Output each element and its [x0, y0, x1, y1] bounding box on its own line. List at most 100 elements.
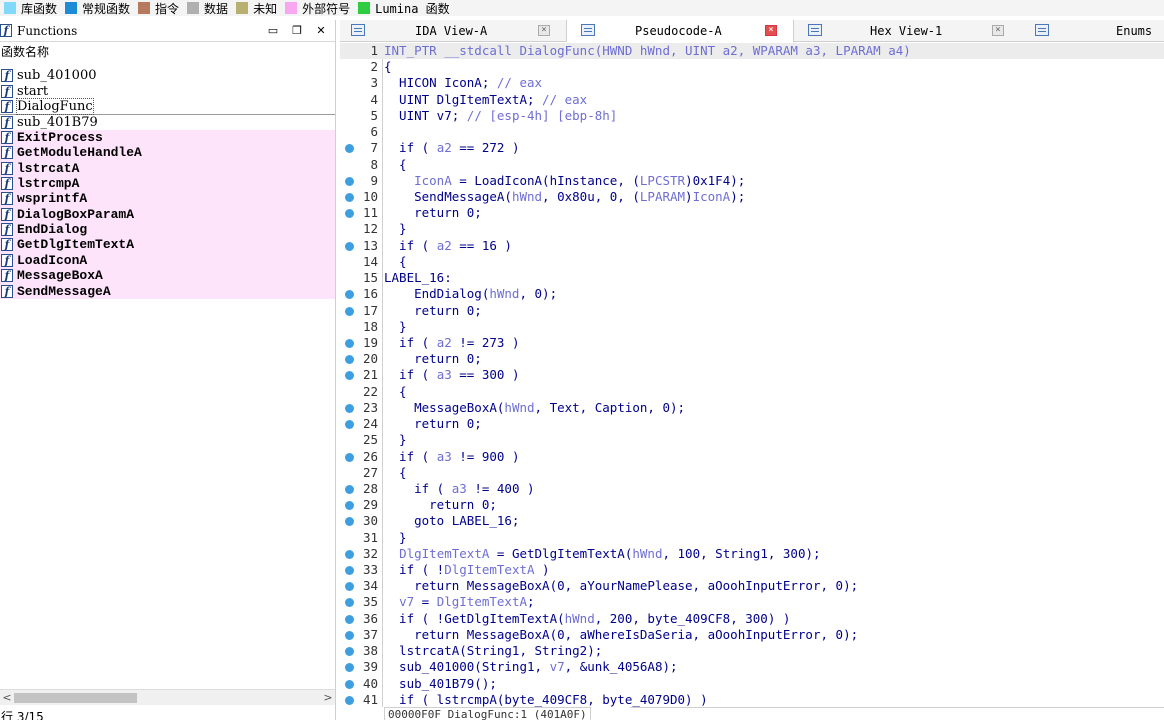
- function-list-item[interactable]: f MessageBoxA: [0, 268, 335, 284]
- function-list-item[interactable]: f start: [0, 83, 335, 99]
- code-line[interactable]: 26 if ( a3 != 900 ): [340, 449, 1164, 465]
- code-text[interactable]: {: [384, 59, 392, 75]
- code-text[interactable]: }: [384, 530, 407, 546]
- code-text[interactable]: }: [384, 432, 407, 448]
- function-list-item[interactable]: f GetDlgItemTextA: [0, 237, 335, 253]
- tab-enums[interactable]: Enums: [1020, 20, 1164, 42]
- code-line[interactable]: 6: [340, 124, 1164, 140]
- close-tab-icon[interactable]: ×: [765, 25, 777, 36]
- code-line[interactable]: 31 }: [340, 530, 1164, 546]
- code-line[interactable]: 20 return 0;: [340, 351, 1164, 367]
- breakpoint-dot-icon[interactable]: [345, 598, 354, 608]
- code-text[interactable]: if ( a3 != 400 ): [384, 481, 534, 497]
- code-line[interactable]: 27 {: [340, 465, 1164, 481]
- breakpoint-dot-icon[interactable]: [345, 338, 354, 348]
- code-line[interactable]: 28 if ( a3 != 400 ): [340, 481, 1164, 497]
- breakpoint-dot-icon[interactable]: [345, 420, 354, 430]
- breakpoint-dot-icon[interactable]: [345, 144, 354, 154]
- code-line[interactable]: 30 goto LABEL_16;: [340, 513, 1164, 529]
- breakpoint-dot-icon[interactable]: [345, 614, 354, 624]
- close-icon[interactable]: ✕: [315, 24, 327, 37]
- scroll-right-icon[interactable]: >: [321, 690, 335, 706]
- code-text[interactable]: if ( a2 == 16 ): [384, 238, 512, 254]
- breakpoint-dot-icon[interactable]: [345, 290, 354, 300]
- function-list-item[interactable]: f DialogBoxParamA: [0, 206, 335, 222]
- code-line[interactable]: 8 {: [340, 157, 1164, 173]
- breakpoint-dot-icon[interactable]: [345, 176, 354, 186]
- breakpoint-dot-icon[interactable]: [345, 192, 354, 202]
- code-line[interactable]: 25 }: [340, 432, 1164, 448]
- function-list-item[interactable]: f DialogFunc: [0, 97, 335, 115]
- maximize-icon[interactable]: ▭: [267, 24, 279, 37]
- code-text[interactable]: {: [384, 384, 407, 400]
- function-list-item[interactable]: f sub_401000: [0, 68, 335, 83]
- code-line[interactable]: 13 if ( a2 == 16 ): [340, 238, 1164, 254]
- code-line[interactable]: 34 return MessageBoxA(0, aYourNamePlease…: [340, 578, 1164, 594]
- code-line[interactable]: 4 UINT DlgItemTextA; // eax: [340, 92, 1164, 108]
- code-line[interactable]: 2{: [340, 59, 1164, 75]
- code-text[interactable]: HICON IconA; // eax: [384, 75, 542, 91]
- code-text[interactable]: {: [384, 157, 407, 173]
- breakpoint-dot-icon[interactable]: [345, 566, 354, 576]
- restore-icon[interactable]: ❐: [291, 24, 303, 37]
- code-text[interactable]: }: [384, 221, 407, 237]
- code-text[interactable]: {: [384, 254, 407, 270]
- code-line[interactable]: 39 sub_401000(String1, v7, &unk_4056A8);: [340, 659, 1164, 675]
- breakpoint-dot-icon[interactable]: [345, 549, 354, 559]
- code-line[interactable]: 38 lstrcatA(String1, String2);: [340, 643, 1164, 659]
- code-text[interactable]: return 0;: [384, 205, 482, 221]
- code-text[interactable]: if ( a3 != 900 ): [384, 449, 519, 465]
- breakpoint-dot-icon[interactable]: [345, 517, 354, 527]
- code-text[interactable]: }: [384, 319, 407, 335]
- code-text[interactable]: lstrcatA(String1, String2);: [384, 643, 602, 659]
- code-line[interactable]: 15 LABEL_16:: [340, 270, 1164, 286]
- code-text[interactable]: return 0;: [384, 497, 497, 513]
- code-text[interactable]: sub_401B79();: [384, 676, 497, 692]
- function-list-item[interactable]: f sub_401B79: [0, 114, 335, 130]
- code-text[interactable]: v7 = DlgItemTextA;: [384, 594, 534, 610]
- pseudocode-editor[interactable]: 1 INT_PTR __stdcall DialogFunc(HWND hWnd,…: [340, 43, 1164, 707]
- code-text[interactable]: IconA = LoadIconA(hInstance, (LPCSTR)0x1…: [384, 173, 745, 189]
- horizontal-scrollbar[interactable]: < >: [0, 689, 335, 705]
- code-text[interactable]: if ( a2 == 272 ): [384, 140, 519, 156]
- code-line[interactable]: 29 return 0;: [340, 497, 1164, 513]
- code-line[interactable]: 5 UINT v7; // [esp-4h] [ebp-8h]: [340, 108, 1164, 124]
- breakpoint-dot-icon[interactable]: [345, 663, 354, 673]
- code-line[interactable]: 33 if ( !DlgItemTextA ): [340, 562, 1164, 578]
- code-text[interactable]: return 0;: [384, 351, 482, 367]
- close-tab-icon[interactable]: ×: [992, 25, 1004, 36]
- code-text[interactable]: if ( a3 == 300 ): [384, 367, 519, 383]
- code-line[interactable]: 36 if ( !GetDlgItemTextA(hWnd, 200, byte…: [340, 611, 1164, 627]
- scrollbar-thumb[interactable]: [14, 693, 137, 703]
- code-line[interactable]: 21 if ( a3 == 300 ): [340, 367, 1164, 383]
- code-line[interactable]: 32 DlgItemTextA = GetDlgItemTextA(hWnd, …: [340, 546, 1164, 562]
- code-line[interactable]: 14 {: [340, 254, 1164, 270]
- breakpoint-dot-icon[interactable]: [345, 647, 354, 657]
- breakpoint-dot-icon[interactable]: [345, 452, 354, 462]
- breakpoint-dot-icon[interactable]: [345, 679, 354, 689]
- tab-hex-view-1[interactable]: Hex View-1 ×: [794, 20, 1020, 42]
- function-list-item[interactable]: f ExitProcess: [0, 129, 335, 145]
- code-text[interactable]: sub_401000(String1, v7, &unk_4056A8);: [384, 659, 677, 675]
- code-line[interactable]: 35 v7 = DlgItemTextA;: [340, 594, 1164, 610]
- code-line[interactable]: 11 return 0;: [340, 205, 1164, 221]
- code-line[interactable]: 41 if ( lstrcmpA(byte_409CF8, byte_4079D…: [340, 692, 1164, 707]
- code-line[interactable]: 9 IconA = LoadIconA(hInstance, (LPCSTR)0…: [340, 173, 1164, 189]
- function-list-item[interactable]: f LoadIconA: [0, 252, 335, 269]
- code-line[interactable]: 18 }: [340, 319, 1164, 335]
- code-text[interactable]: MessageBoxA(hWnd, Text, Caption, 0);: [384, 400, 685, 416]
- code-line[interactable]: 22 {: [340, 384, 1164, 400]
- code-text[interactable]: return MessageBoxA(0, aYourNamePlease, a…: [384, 578, 858, 594]
- tab-ida-view-a[interactable]: IDA View-A ×: [340, 20, 566, 42]
- breakpoint-dot-icon[interactable]: [345, 403, 354, 413]
- breakpoint-dot-icon[interactable]: [345, 209, 354, 219]
- code-text[interactable]: LABEL_16:: [384, 270, 452, 286]
- code-line[interactable]: 24 return 0;: [340, 416, 1164, 432]
- code-text[interactable]: UINT DlgItemTextA; // eax: [384, 92, 587, 108]
- breakpoint-dot-icon[interactable]: [345, 484, 354, 494]
- function-list-item[interactable]: f lstrcatA: [0, 160, 335, 176]
- code-line[interactable]: 40 sub_401B79();: [340, 676, 1164, 692]
- scroll-left-icon[interactable]: <: [0, 690, 14, 706]
- function-list-item[interactable]: f EndDialog: [0, 221, 335, 238]
- code-line[interactable]: 7 if ( a2 == 272 ): [340, 140, 1164, 156]
